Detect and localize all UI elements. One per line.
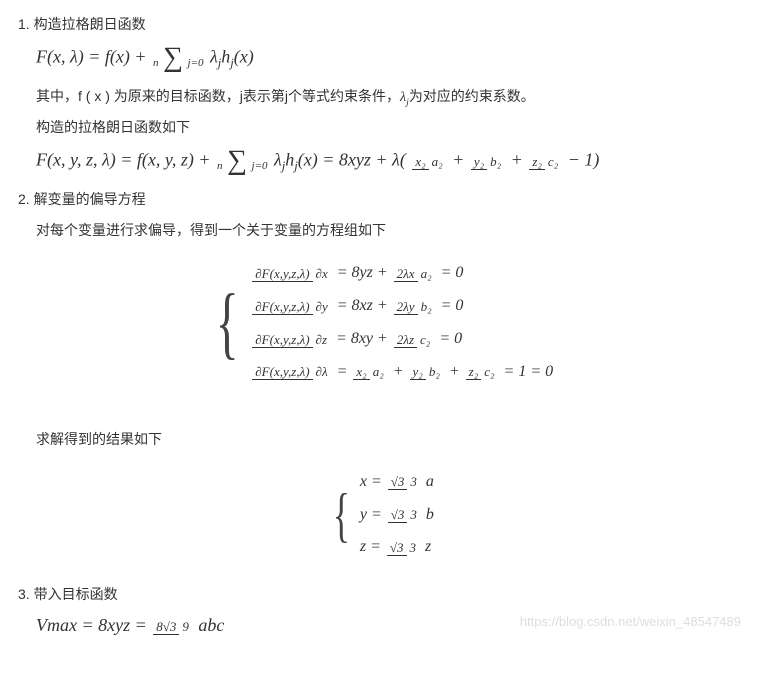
vmax-a: Vmax = 8xyz = [36,615,151,635]
eq1-tail: (x) [234,47,254,67]
equation-system-1: { ∂F(x,y,z,λ)∂x = 8yz + 2λxa₂ = 0 ∂F(x,y… [18,259,743,386]
sol-line-3: z = √33 z [360,533,434,562]
equation-1: F(x, λ) = f(x) + n ∑ j=0 λjhj(x) [36,45,743,72]
vmax-t: abc [198,615,224,635]
frac-1: x₂a₂ [412,154,445,170]
eq1-h: h [221,47,230,67]
eq2a: F(x, y, z, λ) = f(x, y, z) + [36,150,215,170]
frac-3: z₂c₂ [529,154,561,170]
sum-top: n [153,57,159,69]
equation-2: F(x, y, z, λ) = f(x, y, z) + n ∑ j=0 λjh… [36,148,743,175]
s2-text1: 对每个变量进行求偏导，得到一个关于变量的方程组如下 [36,218,743,243]
frac-2: y₂b₂ [471,154,504,170]
eq2d: (x) = 8xyz + λ( [298,150,406,170]
sum-symbol: n ∑ j=0 [153,45,203,72]
sol-line-2: y = √33 b [360,501,434,530]
sum2-bot: j=0 [252,160,268,172]
sum-symbol-2: n ∑ j=0 [217,148,267,175]
text1a: 其中，f ( x ) 为原来的目标函数，j表示第j个等式约束条件， [36,88,400,104]
sys-line-1: ∂F(x,y,z,λ)∂x = 8yz + 2λxa₂ = 0 [250,259,553,288]
sys-line-3: ∂F(x,y,z,λ)∂z = 8xy + 2λzc₂ = 0 [250,325,553,354]
sum2-top: n [217,160,223,172]
eq2p1: + [452,150,469,170]
sol-line-1: x = √33 a [360,468,434,497]
eq1-lhs: F(x, λ) = f(x) + [36,47,151,67]
eq2b: λ [274,150,282,170]
eq2c: h [285,150,294,170]
eq2p2: + [511,150,528,170]
text-2: 构造的拉格朗日函数如下 [36,115,743,140]
sys-line-4: ∂F(x,y,z,λ)∂λ = x₂a₂ + y₂b₂ + z₂c₂ = 1 =… [250,358,553,387]
text-1: 其中，f ( x ) 为原来的目标函数，j表示第j个等式约束条件，λj为对应的约… [36,84,743,111]
section-2-title: 2. 解变量的偏导方程 [18,187,743,212]
text1c: 为对应的约束系数。 [409,88,535,104]
eq2tail: − 1) [568,150,600,170]
s2-text2: 求解得到的结果如下 [36,427,743,452]
sum-bot: j=0 [188,57,204,69]
eq1-rhs1: λ [210,47,218,67]
section-3-title: 3. 带入目标函数 [18,582,743,607]
watermark: https://blog.csdn.net/weixin_48547489 [520,610,741,633]
solution-system: { x = √33 a y = √33 b z = √33 z [18,468,743,562]
section-1-title: 1. 构造拉格朗日函数 [18,12,743,37]
vmax-frac: 8√39 [153,619,192,635]
sys-line-2: ∂F(x,y,z,λ)∂y = 8xz + 2λyb₂ = 0 [250,292,553,321]
